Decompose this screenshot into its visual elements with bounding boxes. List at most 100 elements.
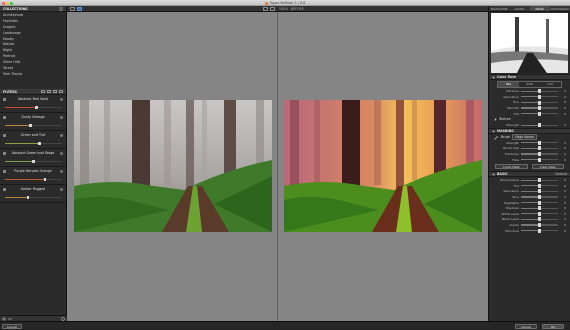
slider-track[interactable] bbox=[521, 183, 558, 188]
slider-handle[interactable] bbox=[538, 223, 541, 227]
slider-handle[interactable] bbox=[538, 89, 541, 94]
slider-handle[interactable] bbox=[538, 217, 541, 222]
slider-value[interactable]: 0 bbox=[558, 141, 566, 145]
filter-menu-icon[interactable] bbox=[60, 187, 63, 191]
slider-handle[interactable] bbox=[538, 228, 541, 233]
bottom-left-button[interactable]: Cancel bbox=[2, 323, 22, 329]
slider-handle[interactable] bbox=[538, 157, 541, 162]
clear-mask-button[interactable]: Clear Mask bbox=[531, 164, 564, 170]
filter-toggle[interactable] bbox=[3, 187, 6, 191]
slider-value[interactable]: 0 bbox=[558, 112, 566, 116]
preview-canvas[interactable] bbox=[67, 12, 488, 321]
minus-icon[interactable] bbox=[8, 317, 12, 321]
slider-handle[interactable] bbox=[538, 100, 541, 105]
slider-handle[interactable] bbox=[538, 106, 541, 111]
color-section-header[interactable]: Color Tone bbox=[489, 74, 570, 80]
slider-handle[interactable] bbox=[538, 206, 541, 211]
slider-track[interactable] bbox=[521, 178, 558, 183]
filter-opacity-track[interactable] bbox=[5, 105, 62, 109]
slider-track[interactable] bbox=[521, 89, 558, 94]
filter-menu-icon[interactable] bbox=[60, 169, 63, 173]
slider-value[interactable]: 0 bbox=[558, 123, 566, 127]
split-view-icon[interactable] bbox=[77, 7, 82, 11]
slider-handle[interactable] bbox=[538, 211, 541, 216]
slider-value[interactable]: 0 bbox=[558, 195, 566, 199]
filter-toggle[interactable] bbox=[3, 97, 6, 101]
zoom-actual-icon[interactable] bbox=[270, 7, 275, 11]
slider-track[interactable] bbox=[521, 123, 558, 128]
filter-menu-icon[interactable] bbox=[60, 151, 63, 155]
filter-card[interactable]: Green and Tint bbox=[0, 131, 66, 149]
slider-track[interactable] bbox=[521, 223, 558, 227]
slider-handle[interactable] bbox=[538, 111, 541, 116]
trash-icon[interactable] bbox=[59, 89, 63, 94]
slider-value[interactable]: 0 bbox=[558, 217, 566, 221]
slider-handle[interactable] bbox=[538, 189, 541, 194]
slider-handle[interactable] bbox=[538, 183, 541, 188]
filter-toggle[interactable] bbox=[3, 133, 6, 137]
basic-preset-select[interactable]: Default bbox=[555, 172, 567, 176]
filter-menu-icon[interactable] bbox=[60, 97, 63, 101]
slider-track[interactable] bbox=[521, 228, 558, 233]
slider-value[interactable]: 0 bbox=[558, 89, 566, 93]
zoom-fit-icon[interactable] bbox=[263, 7, 268, 11]
slider-track[interactable] bbox=[521, 146, 558, 151]
slider-handle[interactable] bbox=[538, 94, 541, 99]
slider-value[interactable]: 0 bbox=[558, 223, 566, 227]
slider-value[interactable]: 0 bbox=[558, 212, 566, 216]
slider-handle[interactable] bbox=[538, 146, 541, 151]
gear-icon[interactable] bbox=[61, 316, 65, 321]
filter-opacity-track[interactable] bbox=[5, 123, 62, 127]
slider-track[interactable] bbox=[521, 206, 558, 211]
filter-card[interactable]: Abstract Red Sand bbox=[0, 95, 66, 113]
color-mode-hsl[interactable]: HSL bbox=[498, 82, 519, 87]
slider-value[interactable]: 0 bbox=[558, 95, 566, 99]
color-mode-cmy[interactable]: CMY bbox=[540, 82, 561, 87]
filter-card[interactable]: Dusty Vintage bbox=[0, 113, 66, 131]
brush-icon[interactable] bbox=[494, 135, 499, 140]
filter-toggle[interactable] bbox=[3, 151, 6, 155]
slider-track[interactable] bbox=[521, 200, 558, 205]
slider-track[interactable] bbox=[521, 111, 558, 116]
slider-handle[interactable] bbox=[538, 152, 541, 157]
filter-toggle[interactable] bbox=[3, 169, 6, 173]
split-divider[interactable] bbox=[277, 12, 278, 321]
filter-card[interactable]: Amber Rugged bbox=[0, 185, 66, 203]
slider-value[interactable]: 0 bbox=[558, 229, 566, 233]
slider-value[interactable]: 0 bbox=[558, 189, 566, 193]
slider-track[interactable] bbox=[521, 195, 558, 200]
tab-mask[interactable]: MASK bbox=[529, 6, 550, 11]
filter-opacity-handle[interactable] bbox=[35, 105, 38, 109]
cancel-button[interactable]: Cancel bbox=[515, 323, 537, 329]
plus-icon[interactable] bbox=[2, 316, 6, 321]
tab-looks[interactable]: LOOKS bbox=[509, 6, 529, 11]
slider-value[interactable]: 0 bbox=[558, 146, 566, 150]
ok-button[interactable]: OK bbox=[542, 323, 564, 329]
tab-histogram[interactable]: HISTOGRAM bbox=[550, 6, 570, 11]
export-icon[interactable] bbox=[53, 89, 57, 94]
filter-toggle[interactable] bbox=[3, 115, 6, 119]
slider-track[interactable] bbox=[521, 100, 558, 105]
slider-handle[interactable] bbox=[538, 195, 541, 200]
slider-value[interactable]: 0 bbox=[558, 106, 566, 110]
slider-value[interactable]: 0 bbox=[558, 201, 566, 205]
filter-opacity-handle[interactable] bbox=[38, 141, 41, 145]
filter-card[interactable]: Abstract Green and Stage bbox=[0, 149, 66, 167]
collection-item[interactable]: Tech Trends bbox=[0, 72, 66, 78]
filter-opacity-handle[interactable] bbox=[43, 177, 47, 181]
slider-track[interactable] bbox=[521, 140, 558, 145]
view-mode-label[interactable]: BEFORE bbox=[291, 7, 304, 11]
folder-icon[interactable] bbox=[47, 89, 51, 94]
slider-value[interactable]: 0 bbox=[558, 100, 566, 104]
slider-track[interactable] bbox=[521, 189, 558, 194]
color-mode-rgb[interactable]: RGB bbox=[519, 82, 540, 87]
slider-handle[interactable] bbox=[538, 123, 541, 128]
slider-track[interactable] bbox=[521, 157, 558, 162]
slider-value[interactable]: 0 bbox=[558, 158, 566, 162]
slider-handle[interactable] bbox=[538, 178, 541, 183]
slider-value[interactable]: 0 bbox=[558, 184, 566, 188]
filter-opacity-track[interactable] bbox=[5, 141, 62, 145]
filter-opacity-handle[interactable] bbox=[32, 159, 35, 163]
filter-opacity-track[interactable] bbox=[5, 159, 62, 163]
filter-menu-icon[interactable] bbox=[60, 115, 63, 119]
